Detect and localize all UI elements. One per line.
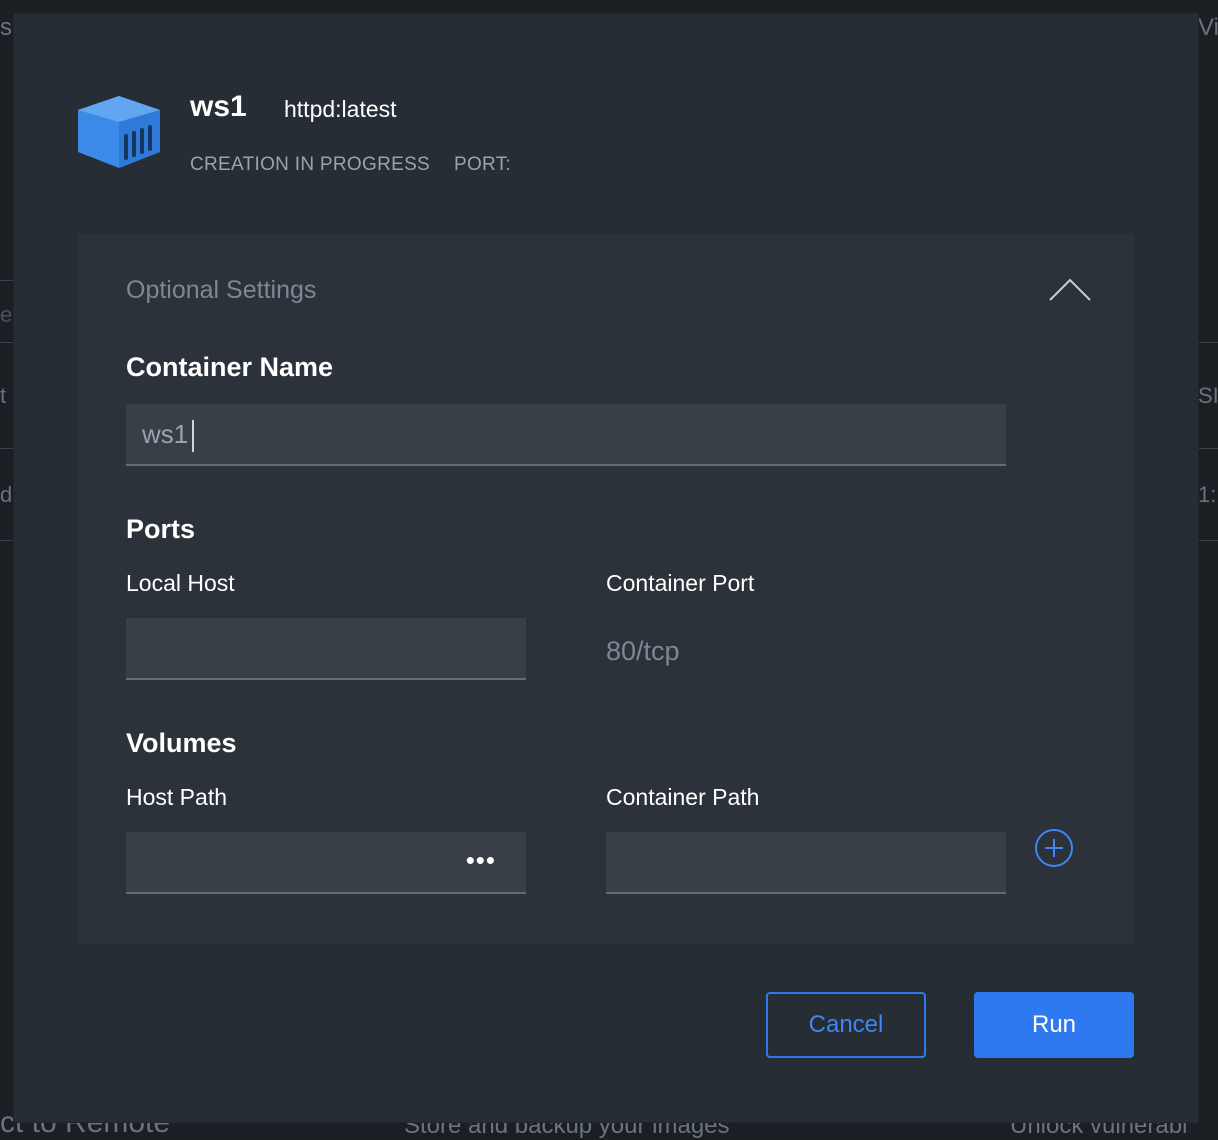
container-path-label: Container Path (606, 784, 760, 810)
image-tag: httpd:latest (284, 96, 397, 122)
container-title: ws1 (190, 90, 247, 123)
background-fragment: Vi (1198, 14, 1218, 41)
host-path-label: Host Path (126, 784, 227, 810)
container-name-heading: Container Name (126, 352, 334, 382)
optional-settings-panel: Optional Settings Container Name Ports L… (78, 234, 1134, 944)
background-divider (1198, 540, 1218, 541)
host-path-input-wrap[interactable]: ••• (126, 832, 526, 894)
plus-circle-icon[interactable] (1034, 828, 1074, 868)
background-fragment: 1: (1198, 482, 1217, 507)
background-divider (0, 342, 14, 343)
local-host-label: Local Host (126, 570, 235, 596)
background-divider (1198, 342, 1218, 343)
container-path-input[interactable] (606, 832, 1006, 892)
volumes-heading: Volumes (126, 728, 237, 758)
container-name-input-wrap[interactable] (126, 404, 1006, 466)
background-divider (0, 540, 14, 541)
local-host-input[interactable] (126, 618, 526, 678)
ports-heading: Ports (126, 514, 196, 544)
run-container-dialog: ws1 httpd:latest CREATION IN PROGRESS PO… (14, 14, 1198, 1122)
ellipsis-icon[interactable]: ••• (466, 847, 496, 873)
status-text: CREATION IN PROGRESS (190, 154, 431, 175)
background-divider (1198, 448, 1218, 449)
background-divider (0, 448, 14, 449)
container-icon (78, 96, 160, 168)
cancel-button[interactable]: Cancel (766, 992, 926, 1058)
text-cursor (192, 420, 194, 452)
container-name-input[interactable] (126, 404, 1006, 464)
container-port-label: Container Port (606, 570, 755, 596)
port-label: PORT: (454, 154, 512, 175)
run-button[interactable]: Run (974, 992, 1134, 1058)
background-fragment: d (0, 482, 13, 507)
optional-settings-title: Optional Settings (126, 276, 317, 304)
background-fragment: SI (1198, 383, 1218, 408)
container-path-input-wrap[interactable] (606, 832, 1006, 894)
background-fragment: t (0, 383, 7, 408)
container-port-value: 80/tcp (606, 636, 680, 666)
background-fragment: ea (0, 302, 14, 327)
background-fragment: s (0, 14, 12, 41)
background-divider (0, 280, 14, 281)
chevron-up-icon[interactable] (1048, 276, 1092, 302)
local-host-input-wrap[interactable] (126, 618, 526, 680)
